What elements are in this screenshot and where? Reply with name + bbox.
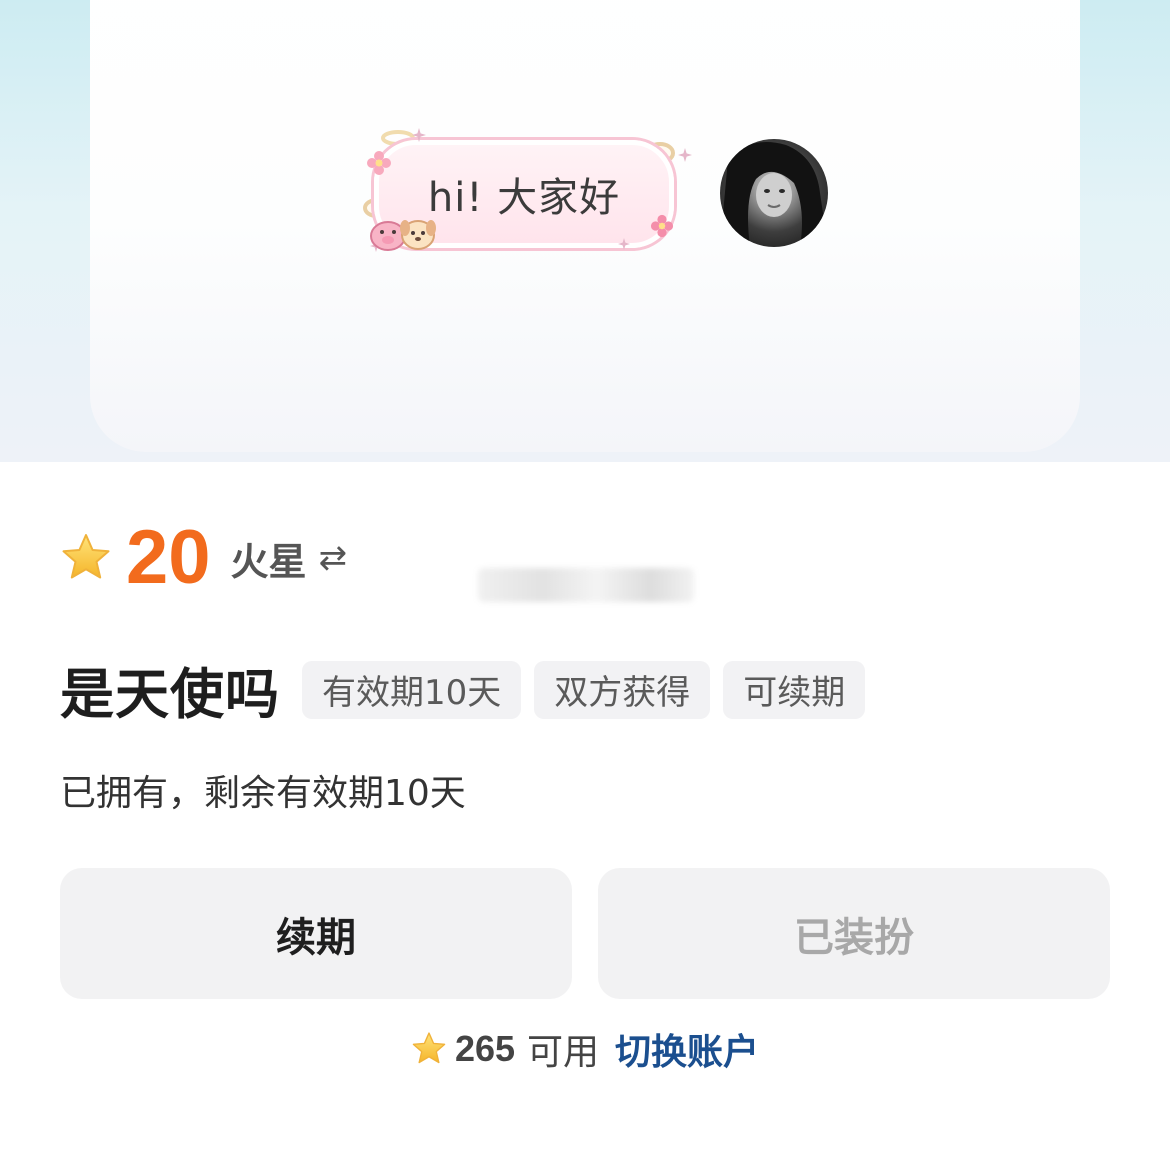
sparkle-icon	[618, 238, 630, 250]
item-header: 是天使吗 有效期10天 双方获得 可续期	[60, 650, 878, 729]
balance-amount: 265	[454, 1028, 516, 1069]
renew-button[interactable]: 续期	[60, 868, 572, 999]
dog-icon	[400, 220, 436, 250]
chat-bubble-preview: hi! 大家好	[360, 128, 692, 260]
star-icon	[62, 534, 110, 579]
tag-renewable: 可续期	[723, 660, 866, 719]
tag-validity: 有效期10天	[302, 660, 522, 719]
tag-both-receive: 双方获得	[534, 660, 711, 719]
swap-icon[interactable]: ⇄	[319, 538, 348, 578]
flower-icon	[650, 214, 674, 238]
price-row: 20 火星 ⇄	[60, 516, 347, 600]
equipped-button[interactable]: 已装扮	[598, 868, 1110, 999]
balance-row: 265 可用 切换账户	[0, 1023, 1170, 1075]
balance-label: 可用	[527, 1032, 600, 1073]
preview-area: hi! 大家好	[0, 0, 1170, 462]
price-amount: 20	[126, 515, 211, 600]
price-currency: 火星	[230, 539, 307, 584]
flower-icon	[367, 151, 391, 175]
sparkle-icon	[412, 128, 426, 142]
redacted-text	[478, 568, 694, 602]
item-title: 是天使吗	[60, 663, 280, 726]
sparkle-icon	[678, 148, 692, 162]
switch-account-link[interactable]: 切换账户	[615, 1023, 759, 1075]
ownership-status: 已拥有，剩余有效期10天	[60, 773, 466, 814]
user-avatar	[720, 139, 828, 247]
bubble-text: hi! 大家好	[427, 175, 621, 221]
star-icon	[412, 1032, 446, 1064]
